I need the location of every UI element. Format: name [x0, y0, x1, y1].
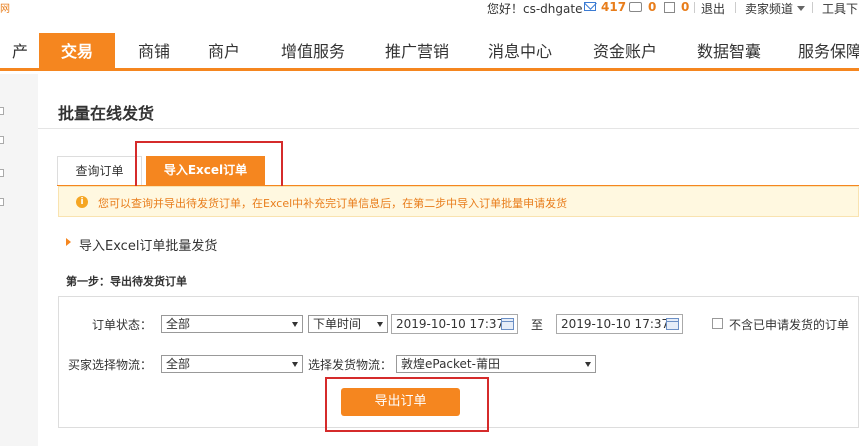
- exclude-applied-checkbox[interactable]: [712, 318, 723, 329]
- order-status-label: 订单状态：: [92, 318, 153, 332]
- nav-item-service[interactable]: 服务保障: [788, 33, 859, 71]
- buyer-logistics-select[interactable]: 全部: [161, 355, 303, 373]
- edit-icon[interactable]: [664, 2, 675, 13]
- order-status-value: 全部: [166, 317, 191, 331]
- nav-item-value-added[interactable]: 增值服务: [268, 33, 358, 71]
- logout-link[interactable]: 退出: [701, 0, 725, 17]
- notice-text: 您可以查询并导出待发货订单，在Excel中补充完订单信息后，在第二步中导入订单批…: [98, 197, 568, 210]
- message-count[interactable]: 0: [648, 0, 656, 14]
- highlight-box: [325, 377, 489, 432]
- chat-icon[interactable]: [629, 2, 642, 12]
- divider: [38, 128, 859, 129]
- calendar-icon[interactable]: [501, 318, 514, 330]
- top-bar: 网 您好！cs-dhgate 417 0 0 退出 卖家频道 工具下: [0, 0, 859, 18]
- nav-item-merchant[interactable]: 商户: [194, 33, 254, 71]
- nav-item-data[interactable]: 数据智囊: [684, 33, 774, 71]
- divider: [812, 2, 813, 13]
- triangle-right-icon: [66, 238, 71, 246]
- mail-icon[interactable]: [584, 2, 596, 11]
- tab-query-orders[interactable]: 查询订单: [57, 156, 142, 185]
- logo-fragment: 网: [0, 4, 10, 15]
- nav-item-shop[interactable]: 商铺: [124, 33, 184, 71]
- seller-channel-link[interactable]: 卖家频道: [745, 0, 793, 17]
- sidebar-marker[interactable]: [0, 136, 4, 144]
- ship-logistics-value: 敦煌ePacket-莆田: [401, 357, 500, 371]
- nav-item-trade[interactable]: 交易: [39, 33, 115, 71]
- chevron-down-icon[interactable]: [797, 6, 805, 11]
- greeting-text: 您好！cs-dhgate: [487, 2, 583, 16]
- chevron-down-icon: [292, 322, 298, 327]
- step1-label: 第一步：导出待发货订单: [66, 275, 187, 288]
- sidebar-marker[interactable]: [0, 198, 4, 206]
- nav-item-messages[interactable]: 消息中心: [475, 33, 565, 71]
- info-icon: i: [76, 196, 88, 208]
- section-heading: 导入Excel订单批量发货: [79, 239, 218, 254]
- notice-banner: i 您可以查询并导出待发货订单，在Excel中补充完订单信息后，在第二步中导入订…: [58, 186, 859, 217]
- time-type-value: 下单时间: [313, 317, 362, 331]
- main-content: 批量在线发货 查询订单 导入Excel订单 i 您可以查询并导出待发货订单，在E…: [38, 74, 859, 446]
- buyer-logistics-label: 买家选择物流：: [68, 358, 153, 372]
- tools-link[interactable]: 工具下: [822, 0, 858, 17]
- exclude-applied-label: 不含已申请发货的订单: [729, 318, 850, 332]
- chevron-down-icon: [585, 362, 591, 367]
- sidebar-marker[interactable]: [0, 169, 4, 177]
- chevron-down-icon: [377, 322, 383, 327]
- buyer-logistics-value: 全部: [166, 357, 191, 371]
- start-date-value: 2019-10-10 17:37: [396, 317, 505, 331]
- calendar-icon[interactable]: [666, 318, 679, 330]
- left-sidebar: [0, 74, 38, 446]
- sidebar-marker[interactable]: [0, 107, 4, 115]
- mail-count[interactable]: 417: [601, 0, 626, 14]
- page-title: 批量在线发货: [58, 104, 155, 123]
- edit-count[interactable]: 0: [681, 0, 689, 14]
- end-date-value: 2019-10-10 17:37: [561, 317, 670, 331]
- chevron-down-icon: [292, 362, 298, 367]
- nav-item-products[interactable]: 产品: [0, 33, 28, 99]
- nav-item-promotion[interactable]: 推广营销: [372, 33, 462, 71]
- nav-item-funds[interactable]: 资金账户: [580, 33, 670, 71]
- divider: [735, 2, 736, 13]
- end-date-input[interactable]: 2019-10-10 17:37: [556, 314, 683, 334]
- date-range-to-label: 至: [531, 318, 544, 332]
- time-type-select[interactable]: 下单时间: [308, 315, 388, 333]
- divider: [694, 2, 695, 13]
- ship-logistics-label: 选择发货物流：: [308, 358, 393, 372]
- main-nav: 产品 交易 商铺 商户 增值服务 推广营销 消息中心 资金账户 数据智囊 服务保…: [0, 33, 859, 99]
- start-date-input[interactable]: 2019-10-10 17:37: [391, 314, 518, 334]
- ship-logistics-select[interactable]: 敦煌ePacket-莆田: [396, 355, 596, 373]
- order-status-select[interactable]: 全部: [161, 315, 303, 333]
